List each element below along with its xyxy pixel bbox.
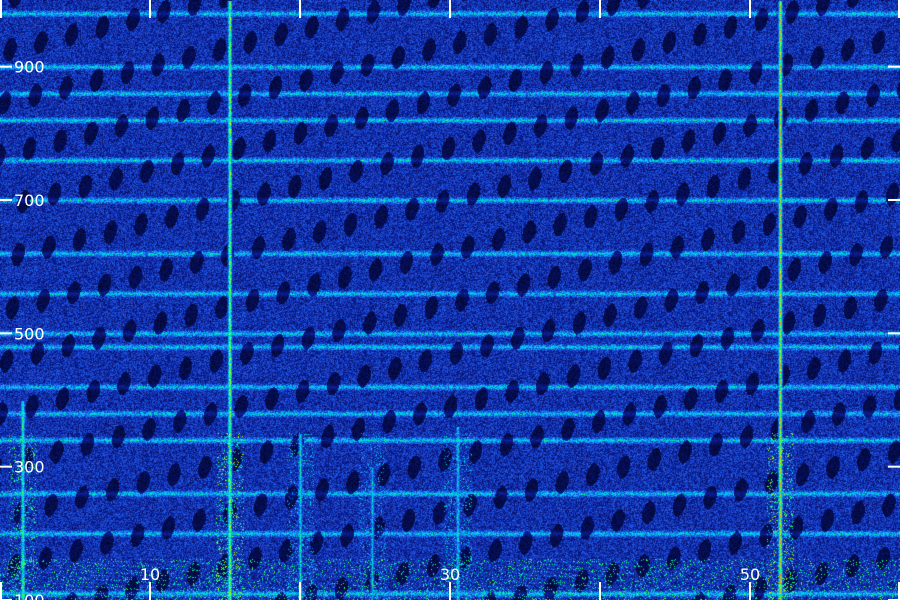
spectrogram-heatmap	[0, 0, 900, 600]
spectrogram-chart: 103050 100300500700900	[0, 0, 900, 600]
